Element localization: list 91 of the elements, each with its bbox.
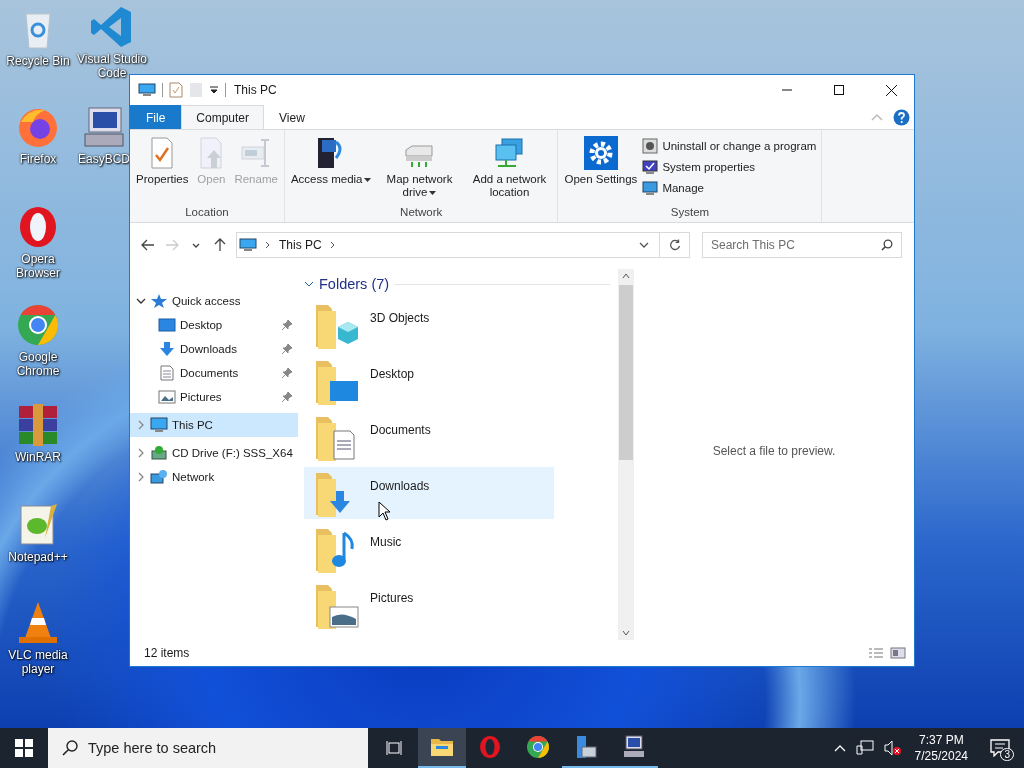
nav-item[interactable]: This PC [130, 413, 298, 437]
monitor-check-icon [642, 159, 659, 175]
ribbon-button[interactable]: Map network drive [374, 134, 465, 201]
nav-item[interactable]: Network [130, 465, 298, 489]
search-icon [881, 239, 893, 251]
search-icon [62, 740, 78, 756]
taskbar-app-button[interactable] [418, 728, 466, 768]
address-bar[interactable]: This PC [236, 232, 660, 258]
nav-item[interactable]: Downloads [130, 337, 298, 361]
close-icon [885, 84, 897, 96]
muted-speaker-icon[interactable] [883, 740, 902, 756]
windows-logo-icon [15, 739, 33, 757]
chevron-right-icon[interactable] [136, 472, 146, 482]
nav-item[interactable]: Pictures [130, 385, 298, 409]
large-icons-view-icon[interactable] [890, 647, 906, 659]
window-title: This PC [234, 83, 277, 97]
settings-icon [583, 136, 618, 170]
desktop-icon-label[interactable]: Notepad++ [8, 550, 68, 564]
document-icon [158, 365, 176, 381]
nav-item[interactable]: Desktop [130, 313, 298, 337]
maximize-icon [834, 85, 844, 95]
folder-item[interactable]: Pictures [304, 579, 554, 631]
scrollbar[interactable] [618, 269, 634, 640]
monitor-icon [239, 238, 257, 252]
notifications-button[interactable]: 3 [976, 728, 1024, 768]
chevron-right-icon [329, 241, 336, 249]
folder-item[interactable]: Downloads [304, 467, 554, 519]
group-header[interactable]: Folders (7) [319, 276, 390, 292]
ribbon-group-label: Network [400, 206, 443, 220]
folder-item[interactable]: Music [304, 523, 554, 575]
chevron-down-icon[interactable] [304, 280, 314, 288]
ribbon-group-label: System [670, 206, 710, 220]
nav-item[interactable]: CD Drive (F:) SSS_X64 [130, 441, 298, 465]
disc-box-icon [642, 138, 659, 154]
folder-item[interactable]: Desktop [304, 355, 554, 407]
ribbon-tab[interactable]: View [264, 105, 320, 129]
ribbon-button[interactable]: Manage [640, 179, 819, 197]
browser-icon [478, 735, 502, 759]
down-arrow-icon [158, 341, 176, 357]
up-arrow-icon[interactable] [212, 238, 228, 252]
nav-item[interactable]: Documents [130, 361, 298, 385]
taskbar-search-field[interactable]: Type here to search [48, 728, 368, 768]
ribbon-button[interactable]: Open Settings [561, 134, 641, 188]
refresh-icon [668, 239, 681, 251]
ribbon-group-label: Location [185, 206, 229, 220]
ribbon-button[interactable]: Add a network location [464, 134, 555, 201]
folder-item[interactable]: 3D Objects [304, 299, 554, 351]
desktop-icon-label[interactable]: VLC media player [3, 648, 73, 676]
help-icon[interactable] [893, 108, 910, 126]
browser-icon [15, 302, 61, 348]
refresh-button[interactable] [660, 232, 690, 258]
preview-message: Select a file to preview. [712, 443, 836, 458]
notification-badge: 3 [1000, 748, 1014, 761]
chevron-down-icon[interactable] [639, 242, 649, 248]
chevron-right-icon[interactable] [136, 420, 146, 430]
folder-item[interactable]: Documents [304, 411, 554, 463]
browser-icon [526, 735, 550, 759]
monitor-icon [138, 83, 156, 97]
disc-drive-icon [150, 445, 168, 461]
dropdown-icon[interactable] [209, 85, 219, 95]
monitor-icon [158, 317, 176, 333]
monitor-icon [642, 180, 659, 196]
item-count: 12 items [144, 646, 190, 660]
chevron-right-icon[interactable] [136, 448, 146, 458]
picture-icon [158, 389, 176, 405]
file-menu-tab[interactable]: File [130, 105, 182, 129]
computer-icon [622, 735, 646, 759]
star-icon [150, 293, 168, 309]
clock-button[interactable]: 7:37 PM 7/25/2024 [906, 732, 976, 764]
chevron-up-icon[interactable] [833, 744, 846, 752]
ribbon-button[interactable]: Access media [287, 134, 375, 188]
mouse-cursor-icon [378, 501, 392, 521]
scroll-up-icon[interactable] [622, 273, 630, 279]
checked-page-icon[interactable] [169, 82, 183, 98]
chevron-down-icon[interactable] [136, 296, 146, 306]
computer-icon [81, 104, 127, 150]
message-icon [990, 739, 1010, 757]
ribbon-button[interactable]: Properties [133, 134, 192, 188]
search-field[interactable]: Search This PC [702, 232, 902, 258]
ribbon-tab[interactable]: Computer [181, 105, 265, 129]
ribbon-button[interactable]: System properties [640, 158, 819, 176]
server-icon [574, 735, 598, 759]
network-icon[interactable] [855, 740, 874, 756]
nav-item[interactable]: Quick access [130, 289, 298, 313]
network-icon [150, 469, 168, 485]
ribbon-button[interactable]: Uninstall or change a program [640, 137, 819, 155]
scroll-down-icon[interactable] [622, 630, 630, 636]
monitor-icon [150, 417, 168, 433]
task-view-icon [386, 740, 402, 756]
back-arrow-icon[interactable] [140, 238, 156, 252]
chevron-right-icon [265, 241, 271, 249]
